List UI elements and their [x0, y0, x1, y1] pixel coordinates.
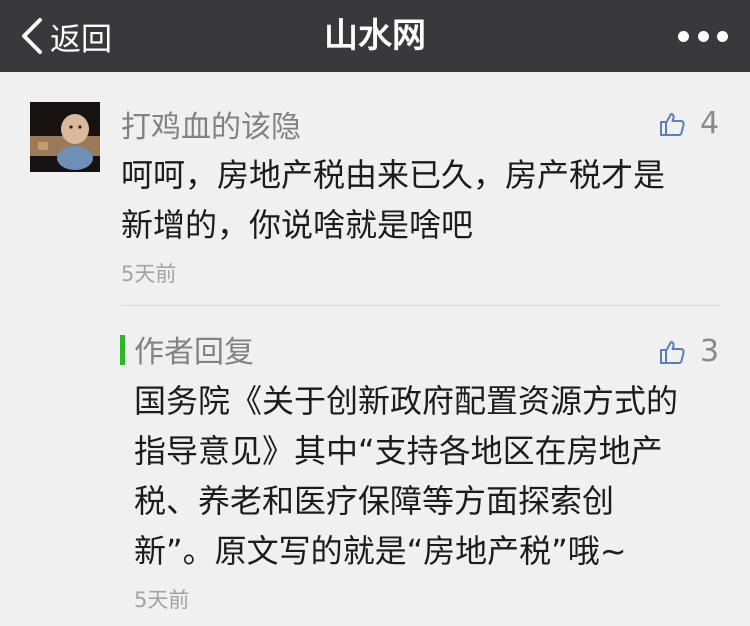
- thumbs-up-icon: [660, 340, 685, 364]
- reply-line: 国务院《关于创新政府配置资源方式的: [134, 382, 679, 420]
- comment-line: 呵呵，房地产税由来已久，房产税才是: [121, 156, 666, 194]
- avatar[interactable]: [30, 102, 100, 172]
- more-dots-icon[interactable]: [678, 18, 728, 54]
- comment-like-button[interactable]: 4: [658, 106, 719, 141]
- page-title: 山水网: [324, 16, 426, 56]
- comment-text: 呵呵，房地产税由来已久，房产税才是 新增的，你说啥就是啥吧: [121, 150, 665, 250]
- comment-line: 新增的，你说啥就是啥吧: [121, 206, 474, 244]
- reply-line: 新”。原文写的就是“房地产税”哦~: [134, 532, 627, 570]
- reply-like-button[interactable]: 3: [658, 334, 719, 369]
- reply-line: 税、养老和医疗保障等方面探索创: [134, 482, 615, 520]
- nav-bar: 返回 山水网: [0, 0, 750, 72]
- comment-timestamp: 5天前: [121, 262, 177, 286]
- reply-text: 国务院《关于创新政府配置资源方式的 指导意见》其中“支持各地区在房地产 税、养老…: [134, 376, 678, 576]
- divider: [121, 305, 720, 306]
- reply-timestamp: 5天前: [134, 588, 190, 612]
- comment-like-count: 4: [700, 106, 720, 141]
- comment-username[interactable]: 打鸡血的该隐: [121, 102, 301, 146]
- thumbs-up-icon: [660, 112, 685, 136]
- reply-label: 作者回复: [134, 335, 254, 370]
- reply-like-count: 3: [700, 334, 720, 369]
- reply-line: 指导意见》其中“支持各地区在房地产: [134, 432, 663, 470]
- reply-accent-bar: [120, 335, 125, 365]
